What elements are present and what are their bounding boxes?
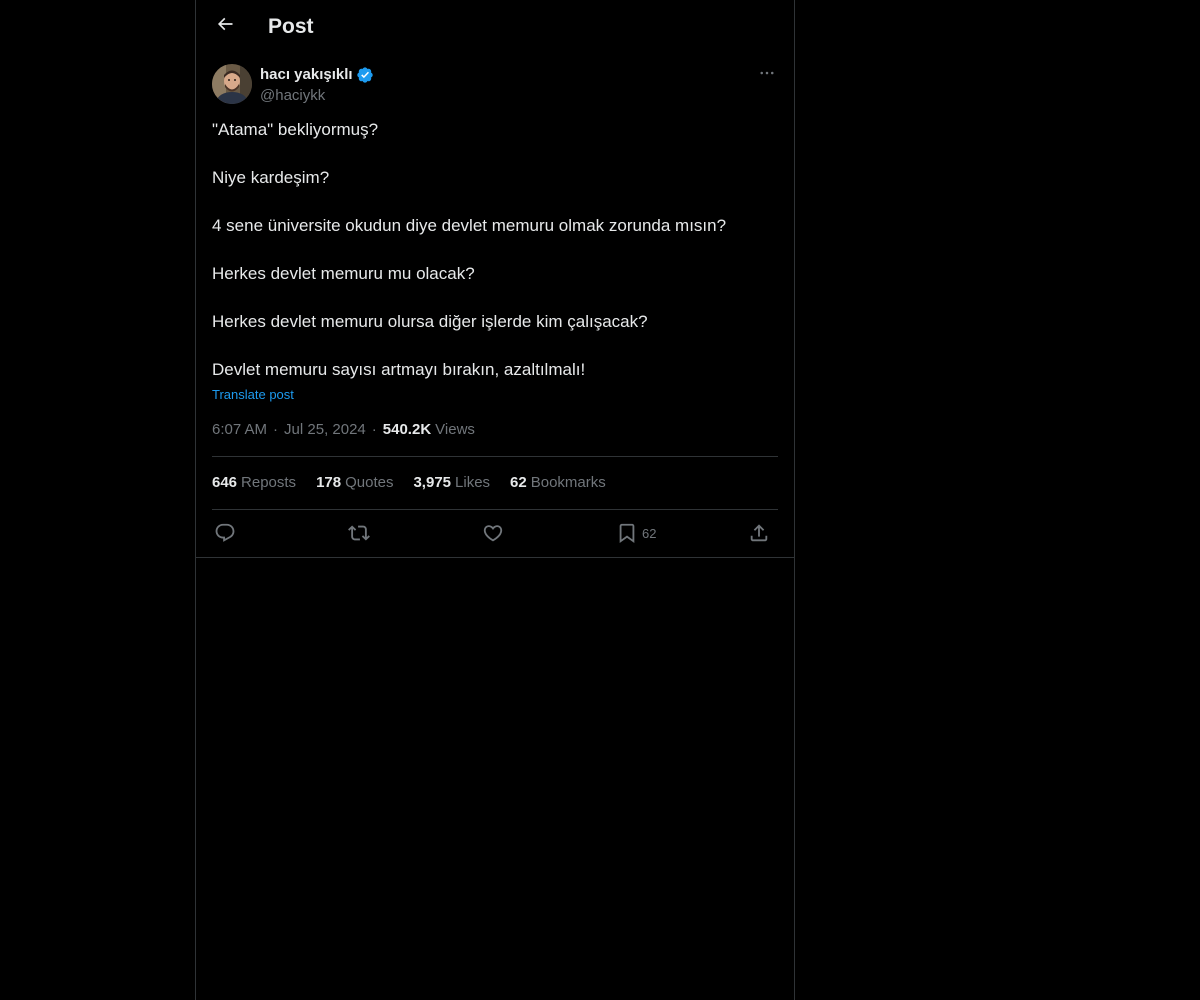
more-options-button[interactable] [756,64,778,86]
like-button[interactable] [482,519,504,547]
reposts-count: 646 [212,474,238,491]
quotes-stat[interactable]: 178 Quotes [316,473,393,493]
divider [212,509,778,510]
post-paragraph: Devlet memuru sayısı artmayı bırakın, az… [212,360,586,379]
arrow-left-icon [215,14,235,39]
page-title: Post [268,15,314,38]
repost-icon [348,522,370,544]
post-detail-column: Post hacı yakışıklı @haciykk "Atama" bek… [195,0,795,1000]
post-paragraph: "Atama" bekliyormuş? [212,120,379,139]
meta-separator: · [371,421,377,438]
post-actions: 62 [212,519,778,547]
views-label: Views [435,421,475,438]
back-button[interactable] [208,9,242,43]
avatar[interactable] [212,64,252,104]
meta-separator: · [273,421,279,438]
author-name-text: hacı yakışıklı [260,66,353,83]
verified-badge-icon [356,66,374,84]
author-display-name[interactable]: hacı yakışıklı [260,65,374,85]
divider [196,557,794,558]
post-paragraph: Herkes devlet memuru mu olacak? [212,264,475,283]
bookmark-count: 62 [642,525,657,541]
translate-post-link[interactable]: Translate post [212,385,294,405]
post-paragraph: Herkes devlet memuru olursa diğer işlerd… [212,312,648,331]
quotes-label: Quotes [345,474,394,491]
post-meta: 6:07 AM · Jul 25, 2024 · 540.2K Views [212,420,475,440]
post-paragraph: 4 sene üniversite okudun diye devlet mem… [212,216,727,235]
post-time[interactable]: 6:07 AM [212,420,267,440]
bookmark-button[interactable]: 62 [616,519,656,547]
post-text: "Atama" bekliyormuş? Niye kardeşim? 4 se… [212,118,778,382]
likes-count: 3,975 [413,474,452,491]
divider [212,456,778,457]
author-handle[interactable]: @haciykk [260,86,325,106]
likes-stat[interactable]: 3,975 Likes [413,473,490,493]
share-button[interactable] [748,519,770,547]
post-paragraph: Niye kardeşim? [212,168,330,187]
reply-button[interactable] [214,519,236,547]
share-icon [748,522,770,544]
reply-icon [214,522,236,544]
reposts-label: Reposts [241,474,297,491]
post-stats: 646 Reposts 178 Quotes 3,975 Likes 62 Bookma… [212,473,626,493]
bookmark-icon [616,522,638,544]
repost-button[interactable] [348,519,370,547]
bookmarks-label: Bookmarks [530,474,606,491]
bookmarks-count: 62 [510,474,527,491]
page-header: Post [196,0,794,53]
post-date[interactable]: Jul 25, 2024 [284,420,366,440]
bookmarks-stat[interactable]: 62 Bookmarks [510,473,606,493]
more-horizontal-icon [758,64,776,87]
views-count: 540.2K [382,421,432,438]
reposts-stat[interactable]: 646 Reposts [212,473,296,493]
heart-icon [482,522,504,544]
quotes-count: 178 [316,474,342,491]
likes-label: Likes [455,474,491,491]
post-author: hacı yakışıklı @haciykk [212,64,778,108]
